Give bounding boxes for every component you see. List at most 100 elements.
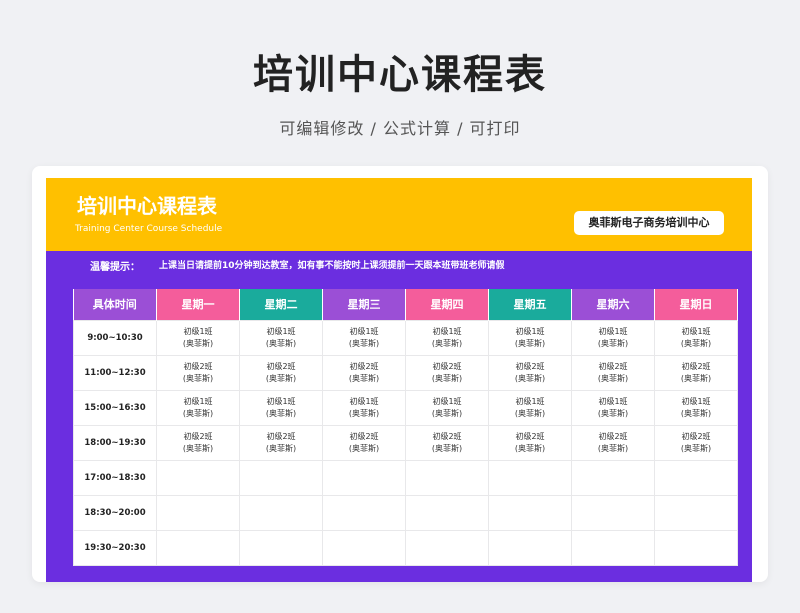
schedule-cell[interactable] bbox=[654, 529, 738, 566]
class-location: (奥菲斯) bbox=[348, 408, 380, 418]
schedule-cell[interactable]: 初级2班 (奥菲斯) bbox=[322, 424, 406, 461]
class-name: 初级1班 bbox=[432, 326, 462, 336]
schedule-cell[interactable]: 初级1班 (奥菲斯) bbox=[654, 319, 738, 356]
time-cell[interactable]: 15:00~16:30 bbox=[73, 389, 157, 426]
schedule-cell[interactable]: 初级2班 (奥菲斯) bbox=[571, 354, 655, 391]
schedule-table-wrapper: 具体时间 星期一 星期二 星期三 星期四 星期五 星期六 星期日 9:00~10:30 初级1班… bbox=[73, 289, 738, 566]
schedule-cell[interactable] bbox=[239, 494, 323, 531]
schedule-table: 具体时间 星期一 星期二 星期三 星期四 星期五 星期六 星期日 9:00~10:30 初级1班… bbox=[73, 289, 738, 566]
class-name: 初级2班 bbox=[598, 431, 628, 441]
schedule-cell[interactable]: 初级2班 (奥菲斯) bbox=[322, 354, 406, 391]
table-row: 18:30~20:00 bbox=[73, 494, 738, 531]
schedule-cell[interactable] bbox=[488, 494, 572, 531]
schedule-cell[interactable] bbox=[156, 529, 240, 566]
class-name: 初级2班 bbox=[266, 431, 296, 441]
schedule-cell[interactable] bbox=[654, 459, 738, 496]
table-row: 18:00~19:30 初级2班 (奥菲斯) 初级2班 (奥菲斯) 初级2班 (奥菲斯) 初级… bbox=[73, 424, 738, 461]
schedule-cell[interactable]: 初级1班 (奥菲斯) bbox=[239, 319, 323, 356]
schedule-cell[interactable]: 初级2班 (奥菲斯) bbox=[239, 424, 323, 461]
class-location: (奥菲斯) bbox=[265, 338, 297, 348]
header-day: 星期四 bbox=[405, 289, 489, 320]
class-location: (奥菲斯) bbox=[265, 408, 297, 418]
schedule-cell[interactable]: 初级2班 (奥菲斯) bbox=[405, 354, 489, 391]
schedule-cell[interactable] bbox=[488, 529, 572, 566]
schedule-cell[interactable] bbox=[405, 494, 489, 531]
class-location: (奥菲斯) bbox=[597, 408, 629, 418]
schedule-cell[interactable]: 初级1班 (奥菲斯) bbox=[322, 389, 406, 426]
schedule-cell[interactable]: 初级1班 (奥菲斯) bbox=[488, 389, 572, 426]
schedule-cell[interactable]: 初级1班 (奥菲斯) bbox=[571, 319, 655, 356]
time-cell[interactable]: 19:30~20:30 bbox=[73, 529, 157, 566]
schedule-cell[interactable] bbox=[322, 459, 406, 496]
class-name: 初级1班 bbox=[266, 396, 296, 406]
schedule-cell[interactable]: 初级2班 (奥菲斯) bbox=[654, 354, 738, 391]
class-location: (奥菲斯) bbox=[182, 408, 214, 418]
schedule-cell[interactable] bbox=[239, 459, 323, 496]
schedule-cell[interactable] bbox=[156, 459, 240, 496]
schedule-cell[interactable]: 初级1班 (奥菲斯) bbox=[156, 319, 240, 356]
class-name: 初级1班 bbox=[598, 396, 628, 406]
schedule-cell[interactable]: 初级1班 (奥菲斯) bbox=[239, 389, 323, 426]
schedule-cell[interactable]: 初级2班 (奥菲斯) bbox=[405, 424, 489, 461]
schedule-cell[interactable]: 初级2班 (奥菲斯) bbox=[239, 354, 323, 391]
table-row: 15:00~16:30 初级1班 (奥菲斯) 初级1班 (奥菲斯) 初级1班 (奥菲斯) 初级… bbox=[73, 389, 738, 426]
class-location: (奥菲斯) bbox=[182, 338, 214, 348]
schedule-cell[interactable] bbox=[405, 529, 489, 566]
class-location: (奥菲斯) bbox=[597, 338, 629, 348]
time-cell[interactable]: 9:00~10:30 bbox=[73, 319, 157, 356]
header-day: 星期五 bbox=[488, 289, 572, 320]
schedule-cell[interactable] bbox=[571, 529, 655, 566]
class-location: (奥菲斯) bbox=[597, 443, 629, 453]
schedule-cell[interactable]: 初级2班 (奥菲斯) bbox=[488, 424, 572, 461]
class-name: 初级2班 bbox=[681, 361, 711, 371]
schedule-cell[interactable]: 初级1班 (奥菲斯) bbox=[488, 319, 572, 356]
schedule-cell[interactable]: 初级1班 (奥菲斯) bbox=[405, 319, 489, 356]
schedule-cell[interactable]: 初级1班 (奥菲斯) bbox=[156, 389, 240, 426]
class-name: 初级1班 bbox=[681, 326, 711, 336]
class-name: 初级1班 bbox=[266, 326, 296, 336]
class-name: 初级2班 bbox=[515, 361, 545, 371]
schedule-cell[interactable]: 初级2班 (奥菲斯) bbox=[571, 424, 655, 461]
schedule-cell[interactable]: 初级1班 (奥菲斯) bbox=[571, 389, 655, 426]
time-cell[interactable]: 18:00~19:30 bbox=[73, 424, 157, 461]
schedule-cell[interactable]: 初级2班 (奥菲斯) bbox=[654, 424, 738, 461]
schedule-cell[interactable] bbox=[654, 494, 738, 531]
class-name: 初级1班 bbox=[349, 396, 379, 406]
schedule-cell[interactable] bbox=[322, 529, 406, 566]
time-cell[interactable]: 17:00~18:30 bbox=[73, 459, 157, 496]
header-row: 具体时间 星期一 星期二 星期三 星期四 星期五 星期六 星期日 bbox=[73, 289, 738, 320]
class-location: (奥菲斯) bbox=[514, 373, 546, 383]
class-name: 初级1班 bbox=[432, 396, 462, 406]
class-name: 初级1班 bbox=[349, 326, 379, 336]
schedule-cell[interactable] bbox=[239, 529, 323, 566]
schedule-cell[interactable] bbox=[571, 459, 655, 496]
schedule-cell[interactable]: 初级1班 (奥菲斯) bbox=[322, 319, 406, 356]
header-time: 具体时间 bbox=[73, 289, 157, 320]
schedule-cell[interactable]: 初级2班 (奥菲斯) bbox=[156, 354, 240, 391]
class-name: 初级2班 bbox=[681, 431, 711, 441]
schedule-cell[interactable] bbox=[156, 494, 240, 531]
schedule-cell[interactable] bbox=[488, 459, 572, 496]
schedule-cell[interactable] bbox=[405, 459, 489, 496]
class-location: (奥菲斯) bbox=[182, 373, 214, 383]
class-name: 初级1班 bbox=[681, 396, 711, 406]
class-name: 初级2班 bbox=[349, 431, 379, 441]
notice-label: 温馨提示： bbox=[90, 262, 140, 273]
class-location: (奥菲斯) bbox=[597, 373, 629, 383]
time-cell[interactable]: 18:30~20:00 bbox=[73, 494, 157, 531]
table-row: 9:00~10:30 初级1班 (奥菲斯) 初级1班 (奥菲斯) 初级1班 (奥菲斯) 初级1… bbox=[73, 319, 738, 356]
time-cell[interactable]: 11:00~12:30 bbox=[73, 354, 157, 391]
schedule-cell[interactable] bbox=[571, 494, 655, 531]
schedule-cell[interactable]: 初级1班 (奥菲斯) bbox=[405, 389, 489, 426]
schedule-cell[interactable]: 初级2班 (奥菲斯) bbox=[156, 424, 240, 461]
class-name: 初级1班 bbox=[598, 326, 628, 336]
class-name: 初级2班 bbox=[183, 361, 213, 371]
table-row: 19:30~20:30 bbox=[73, 529, 738, 566]
schedule-cell[interactable]: 初级1班 (奥菲斯) bbox=[654, 389, 738, 426]
schedule-cell[interactable]: 初级2班 (奥菲斯) bbox=[488, 354, 572, 391]
class-name: 初级2班 bbox=[266, 361, 296, 371]
class-name: 初级1班 bbox=[183, 326, 213, 336]
notice-text: 上课当日请提前10分钟到达教室，如有事不能按时上课须提前一天跟本班带班老师请假 bbox=[159, 261, 505, 271]
schedule-cell[interactable] bbox=[322, 494, 406, 531]
class-location: (奥菲斯) bbox=[680, 338, 712, 348]
